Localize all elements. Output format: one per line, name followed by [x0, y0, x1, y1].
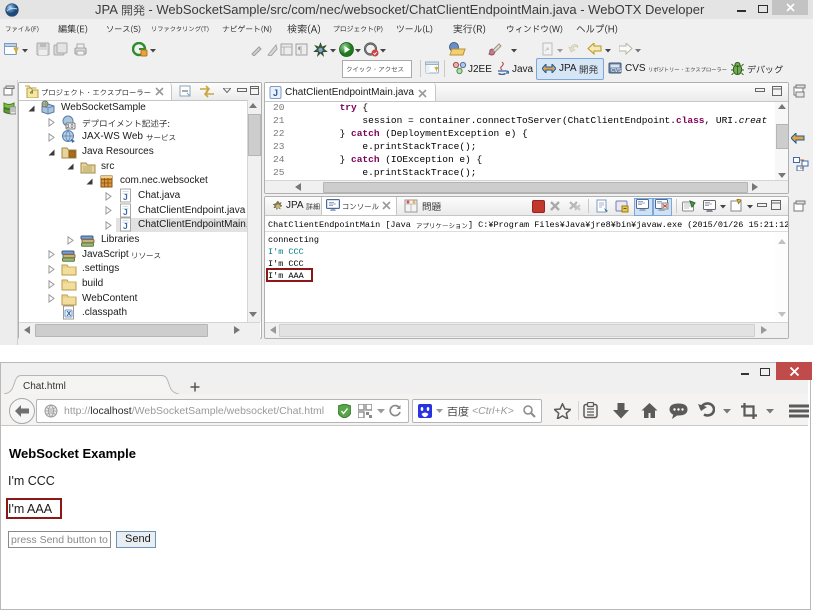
svg-text:¶: ¶ — [298, 45, 302, 55]
svg-text:CVS: CVS — [611, 68, 622, 74]
svg-text:J: J — [123, 207, 128, 217]
svg-text:J: J — [123, 221, 128, 231]
svg-text:X: X — [67, 311, 72, 318]
svg-text:J: J — [123, 192, 128, 202]
svg-text:J: J — [273, 88, 278, 98]
